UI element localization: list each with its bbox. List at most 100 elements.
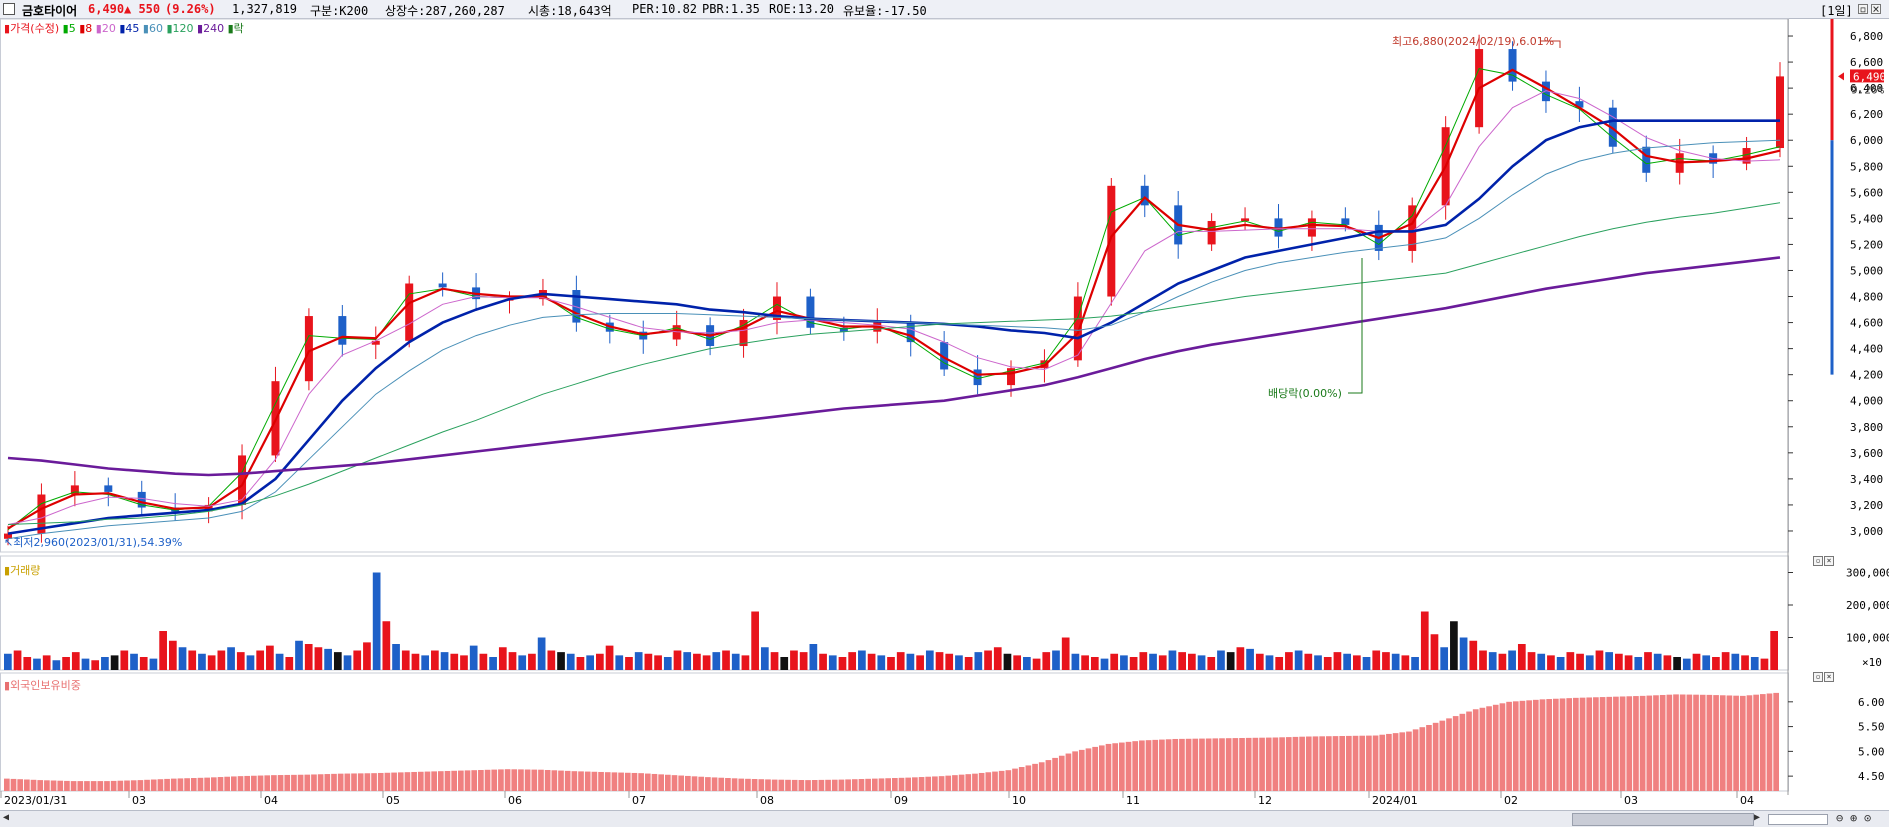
volume-panel-restore-icon[interactable]: ▫ [1813,556,1823,566]
scroll-right-icon[interactable]: ▶ [1754,812,1760,823]
volume-bar [984,650,992,670]
volume-bar [1110,653,1119,670]
ma-line-5 [7,68,1781,531]
foreign-ratio-bar [1552,698,1559,791]
volume-bar [1265,655,1274,670]
foreign-ratio-bar [1165,739,1172,791]
x-tick-label: 05 [386,794,400,807]
foreign-ratio-bar [1245,737,1252,791]
volume-panel-close-icon[interactable]: × [1824,556,1834,566]
foreign-ratio-bar [998,770,1005,791]
volume-bar [401,650,410,670]
volume-bar [799,652,808,670]
foreign-ratio-bar [1726,695,1733,791]
volume-bar [1042,652,1051,670]
foreign-ratio-bar [1212,738,1219,791]
foreign-ratio-bar [745,778,751,791]
volume-bar [1275,657,1284,670]
volume-bar [1323,657,1332,670]
volume-bar [1741,655,1749,670]
volume-bar [654,655,662,670]
foreign-ratio-bar [157,779,164,791]
foreign-ratio-bar [404,772,411,791]
stock-chart[interactable]: 6,8006,6006,4006,2006,0005,8005,6005,400… [0,0,1889,810]
foreign-ratio-bar [10,778,17,791]
foreign-ratio-bar [177,778,184,791]
foreign-ratio-bar [571,771,578,791]
scroll-left-icon[interactable]: ◀ [3,812,9,823]
foreign-ratio-bar [1072,751,1078,791]
foreign-ratio-bar [805,780,811,791]
foreign-ratio-bar [311,774,317,791]
foreign-ratio-bar [1439,720,1446,791]
horizontal-scrollbar[interactable]: ◀ ▶ ⊖ ⊕ ⊙ [0,810,1889,827]
foreign-ratio-bar [1112,743,1119,791]
foreign-ratio-bar [431,771,437,791]
foreign-panel-restore-icon[interactable]: ▫ [1813,672,1823,682]
foreign-ratio-bar [130,780,137,791]
foreign-ratio-bar [978,772,985,791]
foreign-ratio-bar [1372,735,1379,791]
volume-tick-label: 300,000 [1846,567,1889,580]
foreign-ratio-bar [284,774,291,791]
price-tick-label: 3,800 [1850,421,1883,434]
foreign-ratio-bar [1132,741,1139,791]
volume-bar [1304,653,1313,670]
price-tick-label: 4,600 [1850,317,1883,330]
volume-bar [1459,637,1468,670]
volume-bar [1120,655,1128,670]
ma-line-120 [7,202,1781,525]
foreign-ratio-bar [337,773,344,791]
volume-bar [1498,653,1507,670]
foreign-ratio-bar [1406,731,1412,791]
volume-bar [528,653,536,670]
price-tick-label: 4,800 [1850,291,1883,304]
zoom-out-icon[interactable]: ⊖ [1836,811,1843,825]
volume-bar [421,655,430,670]
foreign-ratio-bar [1733,695,1739,791]
volume-bar [382,621,391,670]
foreign-ratio-bar [471,770,478,791]
dividend-annotation: 배당락(0.00%) [1268,387,1342,400]
price-tick-label: 6,200 [1850,108,1883,121]
price-tick-label: 3,600 [1850,447,1883,460]
volume-bar [683,652,692,670]
foreign-ratio-bar [1139,740,1145,791]
volume-bar [256,650,265,670]
volume-bar [1537,653,1546,670]
volume-bar [1576,653,1584,670]
foreign-ratio-bar [1285,737,1292,791]
foreign-ratio-bar [1686,694,1693,791]
foreign-ratio-bar [1699,694,1706,791]
foreign-ratio-bar [251,775,257,791]
volume-bar [130,653,138,670]
zoom-in-icon[interactable]: ⊕ [1850,811,1857,825]
foreign-ratio-bar [1646,695,1653,791]
volume-bar [295,640,303,670]
scroll-thumb[interactable] [1572,813,1754,826]
foreign-ratio-bar [237,776,244,791]
volume-bar [110,655,119,670]
foreign-ratio-bar [1386,733,1392,791]
foreign-ratio-bar [845,779,851,791]
foreign-ratio-bar [758,779,765,791]
volume-bar [159,631,167,670]
zoom-reset-icon[interactable]: ⊙ [1864,811,1871,825]
foreign-ratio-bar [357,773,364,791]
volume-bar [489,657,497,670]
volume-bar [1479,650,1487,670]
zoom-slider[interactable] [1768,814,1828,825]
foreign-ratio-bar [631,772,638,791]
volume-bar [1770,631,1778,670]
current-price-label: 6,490 [1853,70,1886,83]
foreign-ratio-bar [1272,737,1279,791]
foreign-ratio-bar [1492,704,1499,791]
volume-bar [1188,653,1196,670]
foreign-ratio-bar [1172,738,1179,791]
volume-bar [479,653,488,670]
foreign-ratio-bar [437,771,444,791]
foreign-panel-close-icon[interactable]: × [1824,672,1834,682]
volume-bar [557,652,565,670]
foreign-ratio-bar [1152,739,1159,791]
foreign-ratio-bar [50,780,57,791]
